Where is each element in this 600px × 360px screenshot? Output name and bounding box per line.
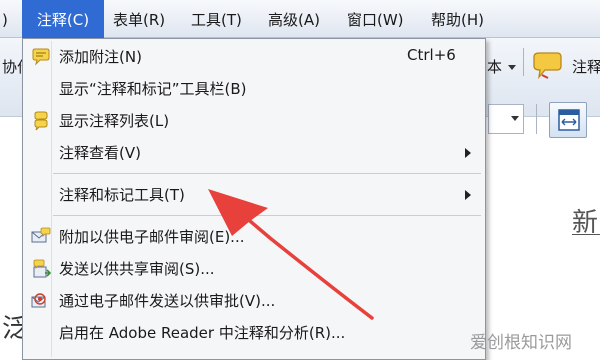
- annotation-arrow: [208, 189, 374, 320]
- watermark-text: 爱创根知识网: [470, 333, 572, 353]
